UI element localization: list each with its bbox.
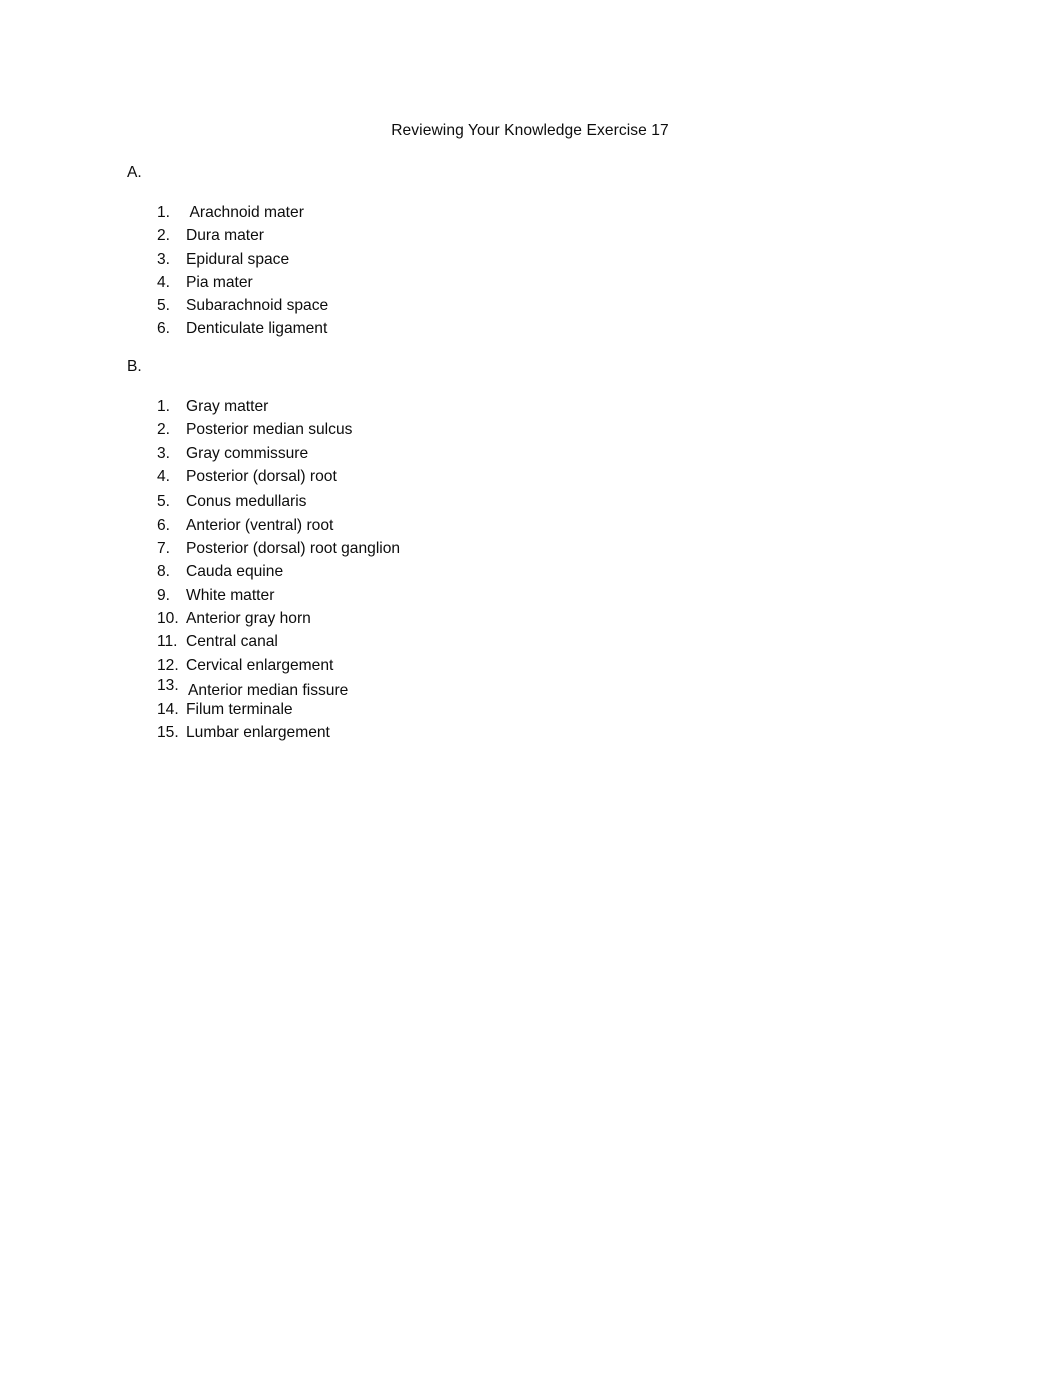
list-item: 14. Filum terminale — [0, 698, 293, 721]
list-item: 8. Cauda equine — [0, 560, 283, 583]
page-title: Reviewing Your Knowledge Exercise 17 — [0, 121, 1062, 141]
section-label-b: B. — [127, 358, 142, 375]
list-item-number: 2. — [157, 421, 171, 439]
list-item: 6. Denticulate ligament — [0, 317, 327, 340]
page-title-text: Reviewing Your Knowledge Exercise 17 — [391, 122, 669, 139]
list-item: 6. Anterior (ventral) root — [0, 514, 333, 537]
list-item-label: Subarachnoid space — [186, 297, 329, 315]
list-item-number: 5. — [157, 297, 171, 315]
list-item-number: 4. — [157, 467, 171, 485]
list-item-number: 11. — [157, 633, 178, 651]
list-item-label: Central canal — [186, 633, 278, 651]
list-item-number: 1. — [157, 204, 171, 221]
list-item-number: 4. — [157, 273, 171, 291]
list-item: 5. Conus medullaris — [0, 490, 306, 513]
list-item: 13. Anterior median fissure — [0, 677, 348, 699]
list-item-label: Arachnoid mater — [186, 204, 304, 221]
list-item: 4. Posterior (dorsal) root — [0, 465, 337, 491]
list-item: 2. Posterior median sulcus — [0, 418, 352, 441]
list-item-number: 10. — [157, 609, 179, 627]
list-item-number: 3. — [157, 250, 171, 268]
section-b-list: 1. Gray matter 2. Posterior median sulcu… — [0, 395, 400, 744]
list-item-number: 14. — [157, 700, 179, 718]
list-item-label: Epidural space — [186, 250, 290, 268]
list-item-number: 6. — [157, 516, 171, 534]
list-item: 2. Dura mater — [0, 224, 264, 247]
list-item-number: 5. — [157, 493, 171, 511]
list-item-label: Cervical enlargement — [186, 656, 334, 674]
list-item-number: 1. — [157, 398, 171, 415]
list-item: 5. Subarachnoid space — [0, 294, 328, 317]
list-item: 1. Gray matter — [0, 395, 268, 418]
list-item: 7. Posterior (dorsal) root ganglion — [0, 537, 400, 560]
list-item-label: Conus medullaris — [186, 493, 307, 511]
list-item-label: Gray commissure — [186, 444, 309, 462]
list-item-label: Cauda equine — [186, 563, 284, 581]
list-item-label: Lumbar enlargement — [186, 724, 330, 742]
list-item-label: Anterior gray horn — [186, 609, 311, 627]
list-item-number: 13. — [157, 676, 179, 694]
list-item: 12. Cervical enlargement — [0, 654, 333, 677]
list-item: 3. Epidural space — [0, 248, 289, 271]
list-item: 15. Lumbar enlargement — [0, 721, 330, 744]
list-item-label: Anterior (ventral) root — [186, 516, 334, 534]
list-item: 3. Gray commissure — [0, 442, 308, 465]
list-item-number: 3. — [157, 444, 171, 462]
list-item: 11. Central canal — [0, 630, 278, 653]
list-item-number: 8. — [157, 563, 171, 581]
list-item-label: Denticulate ligament — [186, 320, 328, 338]
document-page: Reviewing Your Knowledge Exercise 17 A. … — [0, 0, 1062, 1377]
list-item: 10. Anterior gray horn — [0, 607, 311, 630]
list-item-label: Dura mater — [186, 227, 264, 245]
list-item-label: Filum terminale — [186, 700, 293, 718]
section-a-list: 1. Arachnoid mater 2. Dura mater 3. Epid… — [0, 201, 328, 341]
list-item-label: White matter — [186, 586, 275, 604]
list-item: 4. Pia mater — [0, 271, 253, 294]
list-item-label: Posterior (dorsal) root — [186, 467, 337, 485]
list-item-label: Posterior median sulcus — [186, 421, 353, 439]
list-item-number: 9. — [157, 586, 171, 604]
list-item: 1. Arachnoid mater — [0, 201, 304, 224]
list-item-label: Pia mater — [186, 273, 253, 291]
list-item-label: Gray matter — [186, 398, 269, 415]
list-item-label: Posterior (dorsal) root ganglion — [186, 540, 401, 558]
list-item-number: 6. — [157, 320, 171, 338]
list-item: 9. White matter — [0, 584, 274, 607]
list-item-number: 7. — [157, 540, 171, 558]
list-item-number: 15. — [157, 724, 179, 742]
section-label-a: A. — [127, 164, 142, 181]
list-item-number: 2. — [157, 227, 171, 245]
